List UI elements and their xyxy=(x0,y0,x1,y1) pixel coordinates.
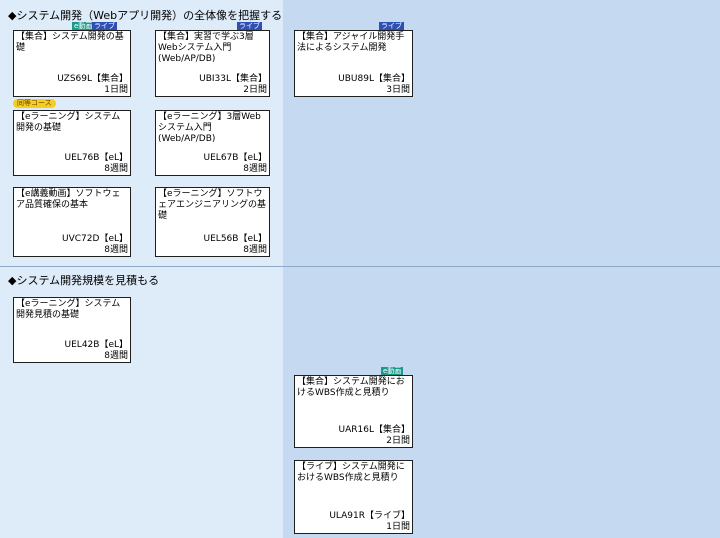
course-card-ubu89l[interactable]: 【集合】アジャイル開発手法によるシステム開発 UBU89L【集合】 3日間 xyxy=(294,30,413,97)
course-card-uel67b[interactable]: 【eラーニング】3層Webシステム入門(Web/AP/DB) UEL67B【eL… xyxy=(155,110,270,176)
course-duration: 2日間 xyxy=(243,85,267,95)
course-duration: 2日間 xyxy=(386,436,410,446)
course-code: UEL42B【eL】 xyxy=(64,340,128,350)
course-code: UEL67B【eL】 xyxy=(203,153,267,163)
section-title-estimation: ◆システム開発規模を見積もる xyxy=(8,274,160,287)
course-title: 【集合】アジャイル開発手法によるシステム開発 xyxy=(297,32,405,53)
course-title: 【集合】システム開発の基礎 xyxy=(16,32,124,53)
course-code: UZS69L【集合】 xyxy=(57,74,128,84)
course-code: ULA91R【ライブ】 xyxy=(329,511,410,521)
course-duration: 8週間 xyxy=(104,164,128,174)
course-code: UVC72D【eL】 xyxy=(62,234,128,244)
course-card-ubi33l[interactable]: 【集合】実習で学ぶ3層Webシステム入門(Web/AP/DB) UBI33L【集… xyxy=(155,30,270,97)
course-title: 【集合】実習で学ぶ3層Webシステム入門(Web/AP/DB) xyxy=(158,32,254,64)
course-title: 【eラーニング】ソフトウェアエンジニアリングの基礎 xyxy=(158,189,267,221)
course-card-ula91r[interactable]: 【ライブ】システム開発におけるWBS作成と見積り ULA91R【ライブ】 1日間 xyxy=(294,460,413,534)
course-duration: 8週間 xyxy=(104,245,128,255)
course-title: 【eラーニング】システム開発の基礎 xyxy=(16,112,121,133)
section-title-overview: ◆システム開発（Webアプリ開発）の全体像を把握する xyxy=(8,9,283,22)
course-title: 【eラーニング】3層Webシステム入門(Web/AP/DB) xyxy=(158,112,261,144)
course-duration: 8週間 xyxy=(243,164,267,174)
course-code: UAR16L【集合】 xyxy=(338,425,410,435)
course-title: 【eラーニング】システム開発見積の基礎 xyxy=(16,299,121,320)
course-duration: 1日間 xyxy=(104,85,128,95)
course-duration: 1日間 xyxy=(386,522,410,532)
course-title: 【e講義動画】ソフトウェア品質確保の基本 xyxy=(16,189,121,210)
course-card-uvc72d[interactable]: 【e講義動画】ソフトウェア品質確保の基本 UVC72D【eL】 8週間 xyxy=(13,187,131,257)
course-card-uar16l[interactable]: 【集合】システム開発におけるWBS作成と見積り UAR16L【集合】 2日間 xyxy=(294,375,413,448)
course-code: UBI33L【集合】 xyxy=(199,74,267,84)
course-code: UEL76B【eL】 xyxy=(64,153,128,163)
course-card-uzs69l[interactable]: 【集合】システム開発の基礎 UZS69L【集合】 1日間 xyxy=(13,30,131,97)
course-duration: 8週間 xyxy=(104,351,128,361)
course-duration: 3日間 xyxy=(386,85,410,95)
course-card-uel56b[interactable]: 【eラーニング】ソフトウェアエンジニアリングの基礎 UEL56B【eL】 8週間 xyxy=(155,187,270,257)
course-title: 【ライブ】システム開発におけるWBS作成と見積り xyxy=(297,462,405,483)
course-card-uel42b[interactable]: 【eラーニング】システム開発見積の基礎 UEL42B【eL】 8週間 xyxy=(13,297,131,363)
course-code: UBU89L【集合】 xyxy=(338,74,410,84)
course-card-uel76b[interactable]: 【eラーニング】システム開発の基礎 UEL76B【eL】 8週間 xyxy=(13,110,131,176)
course-code: UEL56B【eL】 xyxy=(203,234,267,244)
course-title: 【集合】システム開発におけるWBS作成と見積り xyxy=(297,377,405,398)
section-divider xyxy=(0,266,720,267)
course-duration: 8週間 xyxy=(243,245,267,255)
badge-same-course: 同等コース xyxy=(13,99,56,108)
